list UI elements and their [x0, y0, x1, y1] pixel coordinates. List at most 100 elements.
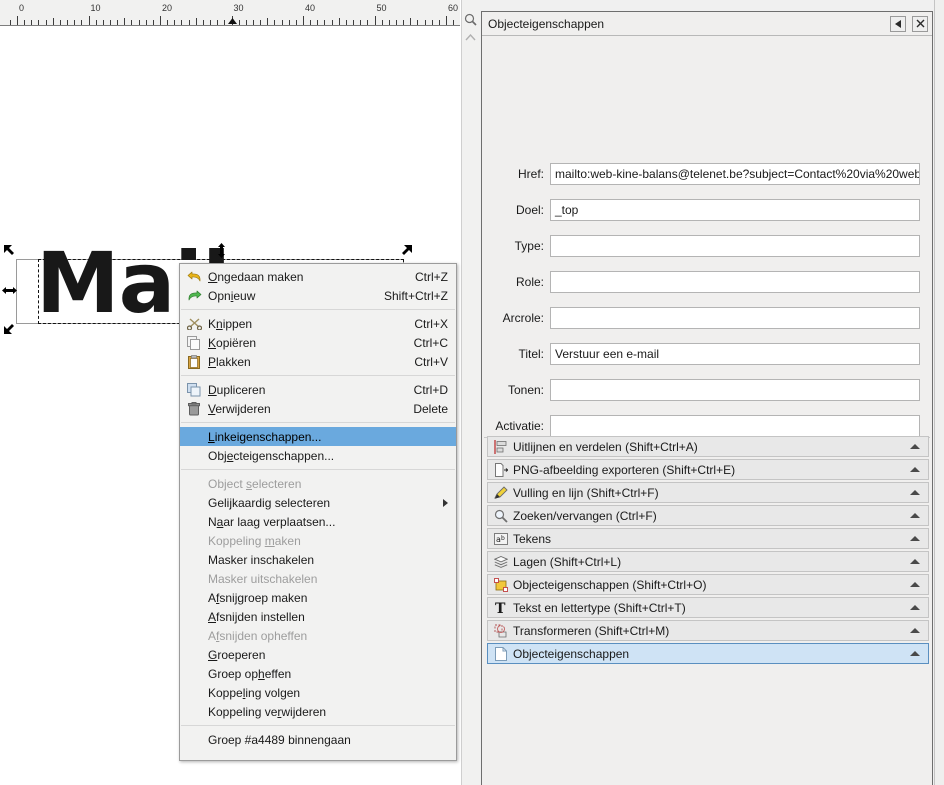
property-input-tonen[interactable]: [550, 379, 920, 401]
context-menu[interactable]: Ongedaan maken Ctrl+Z Opnieuw Shift+Ctrl+Z K…: [179, 263, 457, 761]
menu-item-kopi-ren[interactable]: Kopiëren Ctrl+C: [180, 333, 456, 352]
dialog-bar-png-afbeelding-exporteren-shift-ctrl-e[interactable]: PNG-afbeelding exporteren (Shift+Ctrl+E): [487, 459, 929, 480]
menu-item-groeperen[interactable]: Groeperen: [180, 645, 456, 664]
dialog-bar-label: Tekens: [513, 531, 552, 546]
ruler-tick: [431, 20, 433, 25]
dock-collapse-button[interactable]: [890, 15, 906, 32]
property-input-arcrole[interactable]: [550, 307, 920, 329]
ruler-tick: [131, 20, 133, 25]
dialog-bar-zoeken-vervangen-ctrl-f[interactable]: Zoeken/vervangen (Ctrl+F): [487, 505, 929, 526]
menu-item-koppeling-verwijderen[interactable]: Koppeling verwijderen: [180, 702, 456, 721]
search-icon: [492, 508, 510, 524]
ruler-tick: [188, 20, 190, 25]
dialog-bar-vulling-en-lijn-shift-ctrl-f[interactable]: Vulling en lijn (Shift+Ctrl+F): [487, 482, 929, 503]
align-distribute-icon: [492, 439, 510, 455]
menu-item-label: Masker uitschakelen: [208, 571, 318, 586]
object-properties-dock: Objecteigenschappen Href: mailto:web-kine…: [481, 11, 933, 785]
ruler-tick: [281, 20, 283, 25]
property-input-href[interactable]: mailto:web-kine-balans@telenet.be?subjec…: [550, 163, 920, 185]
menu-item-label: Kopiëren: [208, 335, 257, 350]
paste-icon: [184, 354, 204, 370]
chevron-up-icon[interactable]: [910, 605, 920, 610]
menu-separator: [181, 469, 455, 470]
dialog-bar-objecteigenschappen[interactable]: Objecteigenschappen: [487, 643, 929, 664]
chevron-up-icon[interactable]: [910, 628, 920, 633]
dialog-bar-tekst-en-lettertype-shift-ctrl-t[interactable]: T Tekst en lettertype (Shift+Ctrl+T): [487, 597, 929, 618]
dialog-bar-tekens[interactable]: a b Tekens: [487, 528, 929, 549]
ruler-tick: [59, 20, 61, 25]
ruler-tick: [331, 20, 333, 25]
menu-item-opnieuw[interactable]: Opnieuw Shift+Ctrl+Z: [180, 286, 456, 305]
chevron-up-icon[interactable]: [910, 582, 920, 587]
dialog-bar-uitlijnen-en-verdelen-shift-ctrl-a[interactable]: Uitlijnen en verdelen (Shift+Ctrl+A): [487, 436, 929, 457]
menu-item-knippen[interactable]: Knippen Ctrl+X: [180, 314, 456, 333]
menu-item-label: Masker inschakelen: [208, 552, 315, 567]
menu-item-plakken[interactable]: Plakken Ctrl+V: [180, 352, 456, 371]
zoom-icon[interactable]: [462, 10, 479, 28]
dock-close-button[interactable]: [912, 15, 928, 32]
chevron-up-icon[interactable]: [910, 536, 920, 541]
ruler-tick: [109, 20, 111, 25]
canvas-vertical-scrollbar[interactable]: [461, 0, 480, 785]
right-collapsed-strip[interactable]: Vulling en lijn (Shift+Ctrl+F): [934, 0, 944, 785]
menu-item-linkeigenschappen[interactable]: Linkeigenschappen...: [180, 427, 456, 446]
scale-handle-top-center[interactable]: [216, 243, 231, 258]
menu-item-groep-a4489-binnengaan[interactable]: Groep #a4489 binnengaan: [180, 730, 456, 749]
scale-handle-top-left[interactable]: [2, 243, 17, 258]
transform-icon: [492, 623, 510, 639]
menu-item-afsnijgroep-maken[interactable]: Afsnijgroep maken: [180, 588, 456, 607]
menu-item-groep-opheffen[interactable]: Groep opheffen: [180, 664, 456, 683]
ruler-label: 20: [162, 3, 173, 13]
menu-item-dupliceren[interactable]: Dupliceren Ctrl+D: [180, 380, 456, 399]
menu-item-verwijderen[interactable]: Verwijderen Delete: [180, 399, 456, 418]
chevron-up-icon[interactable]: [910, 444, 920, 449]
chevron-up-icon[interactable]: [910, 651, 920, 656]
scissors-icon: [184, 316, 204, 332]
menu-item-ongedaan-maken[interactable]: Ongedaan maken Ctrl+Z: [180, 267, 456, 286]
property-input-activatie[interactable]: [550, 415, 920, 437]
menu-item-objecteigenschappen[interactable]: Objecteigenschappen...: [180, 446, 456, 465]
menu-item-naar-laag-verplaatsen[interactable]: Naar laag verplaatsen...: [180, 512, 456, 531]
dialog-bar-label: Transformeren (Shift+Ctrl+M): [513, 623, 670, 638]
ruler-cursor-marker: [228, 18, 237, 24]
dialog-bar-label: Lagen (Shift+Ctrl+L): [513, 554, 622, 569]
svg-text:b: b: [501, 535, 505, 542]
chevron-up-icon[interactable]: [462, 30, 479, 44]
ruler-tick: [160, 16, 161, 25]
menu-item-label: Gelijkaardig selecteren: [208, 495, 331, 510]
menu-item-gelijkaardig-selecteren[interactable]: Gelijkaardig selecteren: [180, 493, 456, 512]
dialog-bar-lagen-shift-ctrl-l[interactable]: Lagen (Shift+Ctrl+L): [487, 551, 929, 572]
property-input-type[interactable]: [550, 235, 920, 257]
horizontal-ruler[interactable]: 0 10 20 30 40 50 60: [0, 0, 460, 26]
menu-item-label: Groep opheffen: [208, 666, 292, 681]
chevron-up-icon[interactable]: [910, 559, 920, 564]
menu-item-masker-inschakelen[interactable]: Masker inschakelen: [180, 550, 456, 569]
menu-item-object-selecteren: Object selecteren: [180, 474, 456, 493]
menu-item-label: Groep #a4489 binnengaan: [208, 732, 351, 747]
property-input-role[interactable]: [550, 271, 920, 293]
property-input-doel[interactable]: _top: [550, 199, 920, 221]
menu-item-accelerator: Shift+Ctrl+Z: [383, 288, 448, 303]
chevron-up-icon[interactable]: [910, 513, 920, 518]
docked-dialog-list[interactable]: Uitlijnen en verdelen (Shift+Ctrl+A) PNG-…: [487, 436, 929, 666]
ruler-tick: [31, 20, 33, 25]
scale-handle-middle-left[interactable]: [2, 285, 17, 300]
ruler-tick: [360, 20, 362, 25]
dialog-bar-objecteigenschappen-shift-ctrl-o[interactable]: Objecteigenschappen (Shift+Ctrl+O): [487, 574, 929, 595]
copy-icon: [184, 335, 204, 351]
property-input-titel[interactable]: Verstuur een e-mail: [550, 343, 920, 365]
chevron-up-icon[interactable]: [910, 467, 920, 472]
chevron-right-icon: [443, 498, 448, 507]
scale-handle-top-right[interactable]: [399, 243, 414, 258]
menu-item-afsnijden-instellen[interactable]: Afsnijden instellen: [180, 607, 456, 626]
chevron-up-icon[interactable]: [910, 490, 920, 495]
menu-item-label: Groeperen: [208, 647, 266, 662]
menu-item-koppeling-volgen[interactable]: Koppeling volgen: [180, 683, 456, 702]
menu-item-label: Naar laag verplaatsen...: [208, 514, 336, 529]
ruler-tick: [138, 20, 140, 25]
scale-handle-bottom-left[interactable]: [2, 321, 17, 336]
menu-item-label: Koppeling maken: [208, 533, 301, 548]
menu-icon-placeholder: [184, 685, 204, 701]
dialog-bar-transformeren-shift-ctrl-m[interactable]: Transformeren (Shift+Ctrl+M): [487, 620, 929, 641]
menu-item-label: Dupliceren: [208, 382, 266, 397]
